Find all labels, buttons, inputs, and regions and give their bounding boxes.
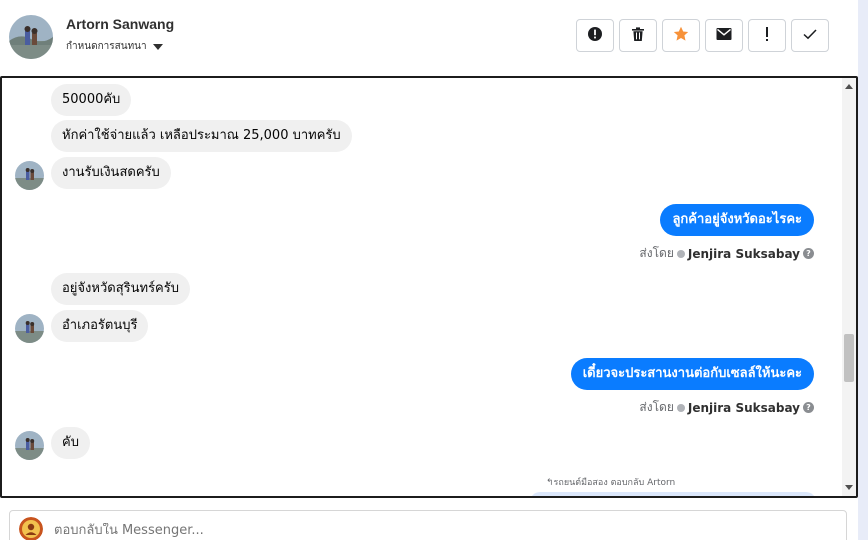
reply-context-note: ↰รถยนต์มือสอง ตอบกลับ Artorn	[546, 478, 676, 488]
help-icon[interactable]: ?	[803, 402, 814, 413]
sent-by-line: ส่งโดย Jenjira Suksabay ?	[639, 244, 814, 263]
reply-composer[interactable]	[9, 510, 847, 540]
exclamation-icon	[764, 26, 770, 46]
incoming-message: อำเภอรัตนบุรี	[51, 310, 149, 342]
message-thread[interactable]: 50000คับ หักค่าใช้จ่ายแล้ว เหลือประมาณ 2…	[0, 76, 858, 498]
help-icon[interactable]: ?	[803, 248, 814, 259]
spam-button[interactable]	[576, 19, 614, 52]
check-icon	[802, 26, 818, 45]
caret-down-icon	[152, 43, 163, 50]
thread-scrollbar[interactable]	[842, 78, 856, 496]
scroll-up-arrow-icon[interactable]	[845, 84, 853, 89]
outgoing-message-partial	[530, 492, 816, 496]
page-avatar	[19, 517, 43, 540]
star-button[interactable]	[662, 19, 700, 52]
scroll-down-arrow-icon[interactable]	[845, 485, 853, 490]
trash-icon	[630, 26, 646, 46]
incoming-message: หักค่าใช้จ่ายแล้ว เหลือประมาณ 25,000 บาท…	[51, 120, 352, 152]
contact-name[interactable]: Artorn Sanwang	[66, 16, 174, 32]
outgoing-message: ลูกค้าอยู่จังหวัดอะไรคะ	[660, 204, 814, 236]
conversation-status-dropdown[interactable]: กำหนดการสนทนา	[66, 39, 163, 54]
star-icon	[673, 26, 689, 46]
reply-input[interactable]	[54, 523, 554, 538]
sent-by-label: ส่งโดย	[639, 400, 674, 414]
incoming-message: งานรับเงินสดครับ	[51, 157, 171, 189]
conversation-toolbar	[576, 19, 829, 52]
delete-button[interactable]	[619, 19, 657, 52]
contact-avatar-small	[15, 314, 44, 343]
incoming-message: อยู่จังหวัดสุรินทร์ครับ	[51, 273, 190, 305]
agent-status-icon	[676, 249, 685, 258]
conversation-header: Artorn Sanwang กำหนดการสนทนา	[0, 0, 858, 76]
conversation-status-label: กำหนดการสนทนา	[66, 41, 147, 52]
agent-status-icon	[676, 403, 685, 412]
contact-avatar-small	[15, 431, 44, 460]
alert-circle-icon	[587, 26, 603, 46]
outgoing-message: เดี๋ยวจะประสานงานต่อกับเซลล์ให้นะคะ	[570, 358, 814, 390]
incoming-message: คับ	[51, 427, 90, 459]
envelope-icon	[716, 26, 732, 45]
follow-up-button[interactable]	[748, 19, 786, 52]
sent-by-agent: Jenjira Suksabay	[687, 246, 800, 261]
incoming-message: 50000คับ	[51, 84, 132, 116]
scroll-thumb[interactable]	[844, 334, 854, 382]
contact-avatar-small	[15, 161, 44, 190]
messenger-conversation-page: Artorn Sanwang กำหนดการสนทนา 50000คับ หั…	[0, 0, 868, 540]
right-edge-panel	[858, 0, 868, 540]
contact-avatar[interactable]	[9, 15, 53, 59]
mark-unread-button[interactable]	[705, 19, 743, 52]
sent-by-agent: Jenjira Suksabay	[687, 400, 800, 415]
sent-by-label: ส่งโดย	[639, 246, 674, 260]
sent-by-line: ส่งโดย Jenjira Suksabay ?	[639, 398, 814, 417]
mark-done-button[interactable]	[791, 19, 829, 52]
